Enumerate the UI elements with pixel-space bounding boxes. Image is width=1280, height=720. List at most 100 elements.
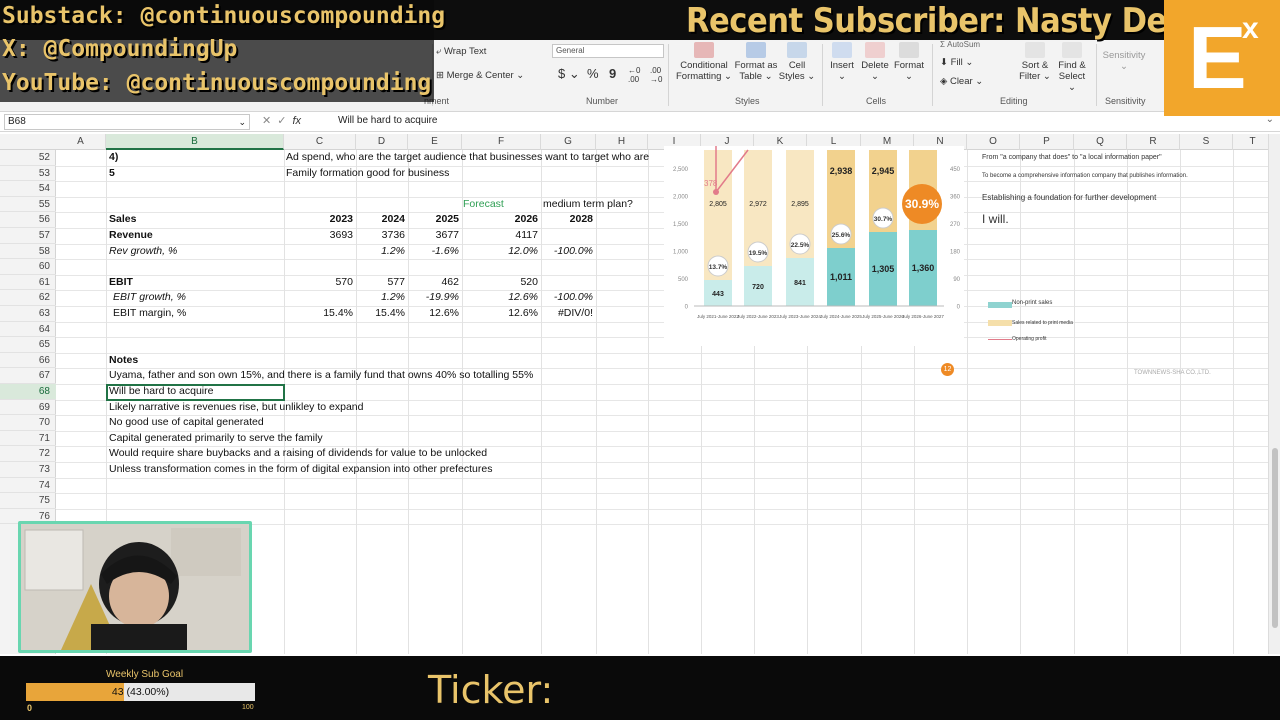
row-header-62[interactable]: 62 bbox=[0, 290, 56, 306]
row-header-53[interactable]: 53 bbox=[0, 166, 56, 182]
sensitivity-button[interactable]: Sensitivity ⌄ bbox=[1100, 50, 1148, 72]
row-header-55[interactable]: 55 bbox=[0, 197, 56, 213]
row-header-69[interactable]: 69 bbox=[0, 400, 56, 416]
delete-button[interactable]: Delete ⌄ bbox=[860, 42, 890, 82]
column-header-r[interactable]: R bbox=[1127, 134, 1180, 150]
scrollbar-thumb[interactable] bbox=[1272, 448, 1278, 628]
clear-button[interactable]: ◈ Clear ⌄ bbox=[940, 76, 983, 87]
cell-f52[interactable]: Ad spend, who are the target audience th… bbox=[286, 150, 649, 166]
cell-f58[interactable]: 12.0% bbox=[465, 244, 538, 260]
cell-f63[interactable]: 12.6% bbox=[465, 306, 538, 322]
cell-c61[interactable]: 570 bbox=[287, 275, 353, 291]
cell-g63[interactable]: #DIV/0! bbox=[544, 306, 593, 322]
cell-b52[interactable]: 4) bbox=[109, 150, 118, 166]
vertical-scrollbar[interactable] bbox=[1268, 134, 1280, 654]
row-header-71[interactable]: 71 bbox=[0, 431, 56, 447]
row-header-63[interactable]: 63 bbox=[0, 306, 56, 322]
row-header-72[interactable]: 72 bbox=[0, 446, 56, 462]
percent-button[interactable]: % bbox=[587, 66, 599, 81]
column-header-p[interactable]: P bbox=[1020, 134, 1074, 150]
cell-f53[interactable]: Family formation good for business bbox=[286, 166, 449, 182]
cell-e57[interactable]: 3677 bbox=[411, 228, 459, 244]
cell-g55[interactable]: medium term plan? bbox=[543, 197, 633, 213]
cell-b53[interactable]: 5 bbox=[109, 166, 115, 182]
cell-d56[interactable]: 2024 bbox=[359, 212, 405, 228]
cell-g62[interactable]: -100.0% bbox=[544, 290, 593, 306]
cell-c57[interactable]: 3693 bbox=[287, 228, 353, 244]
row-header-64[interactable]: 64 bbox=[0, 322, 56, 338]
cell-b57[interactable]: Revenue bbox=[109, 228, 153, 244]
conditional-formatting-button[interactable]: Conditional Formatting ⌄ bbox=[672, 42, 736, 82]
cell-d61[interactable]: 577 bbox=[359, 275, 405, 291]
row-header-65[interactable]: 65 bbox=[0, 337, 56, 353]
cell-e63[interactable]: 12.6% bbox=[411, 306, 459, 322]
row-header-74[interactable]: 74 bbox=[0, 478, 56, 494]
column-header-q[interactable]: Q bbox=[1074, 134, 1127, 150]
row-header-75[interactable]: 75 bbox=[0, 493, 56, 509]
cell-e58[interactable]: -1.6% bbox=[411, 244, 459, 260]
row-header-68[interactable]: 68 bbox=[0, 384, 56, 400]
number-format-select[interactable]: General bbox=[552, 44, 664, 58]
row-header-57[interactable]: 57 bbox=[0, 228, 56, 244]
row-header-66[interactable]: 66 bbox=[0, 353, 56, 369]
row-header-58[interactable]: 58 bbox=[0, 244, 56, 260]
cell-c56[interactable]: 2023 bbox=[287, 212, 353, 228]
fill-button[interactable]: ⬇ Fill ⌄ bbox=[940, 57, 973, 68]
wrap-text-button[interactable]: ⤶ Wrap Text bbox=[436, 46, 486, 57]
format-as-table-button[interactable]: Format as Table ⌄ bbox=[734, 42, 778, 82]
cell-e61[interactable]: 462 bbox=[411, 275, 459, 291]
cell-b72[interactable]: Would require share buybacks and a raisi… bbox=[109, 446, 487, 462]
row-header-73[interactable]: 73 bbox=[0, 462, 56, 478]
cell-f55[interactable]: Forecast bbox=[463, 197, 504, 213]
cell-b61[interactable]: EBIT bbox=[109, 275, 133, 291]
cell-d58[interactable]: 1.2% bbox=[359, 244, 405, 260]
cell-b67[interactable]: Uyama, father and son own 15%, and there… bbox=[109, 368, 533, 384]
row-header-70[interactable]: 70 bbox=[0, 415, 56, 431]
column-header-e[interactable]: E bbox=[408, 134, 462, 150]
column-header-t[interactable]: T bbox=[1233, 134, 1268, 150]
cell-b71[interactable]: Capital generated primarily to serve the… bbox=[109, 431, 323, 447]
merge-center-button[interactable]: ⊞ Merge & Center ⌄ bbox=[436, 70, 524, 81]
cell-e62[interactable]: -19.9% bbox=[411, 290, 459, 306]
confirm-icon[interactable]: ✓ bbox=[277, 115, 286, 127]
cell-b73[interactable]: Unless transformation comes in the form … bbox=[109, 462, 492, 478]
name-box[interactable]: B68 ⌄ bbox=[4, 114, 250, 130]
cell-b70[interactable]: No good use of capital generated bbox=[109, 415, 264, 431]
column-header-g[interactable]: G bbox=[541, 134, 596, 150]
cancel-icon[interactable]: ✕ bbox=[262, 115, 271, 127]
pasted-chart-image[interactable]: 2,500 2,000 1,500 1,000 500 0 450 360 270 180 90 0… bbox=[664, 146, 964, 346]
row-header-52[interactable]: 52 bbox=[0, 150, 56, 166]
row-header-54[interactable]: 54 bbox=[0, 181, 56, 197]
cell-b63[interactable]: EBIT margin, % bbox=[109, 306, 186, 322]
column-header-d[interactable]: D bbox=[356, 134, 408, 150]
row-header-60[interactable]: 60 bbox=[0, 259, 56, 275]
cell-f61[interactable]: 520 bbox=[465, 275, 538, 291]
cell-d57[interactable]: 3736 bbox=[359, 228, 405, 244]
cell-d62[interactable]: 1.2% bbox=[359, 290, 405, 306]
cell-e56[interactable]: 2025 bbox=[411, 212, 459, 228]
column-header-h[interactable]: H bbox=[596, 134, 648, 150]
sort-filter-button[interactable]: Sort & Filter ⌄ bbox=[1016, 42, 1054, 82]
cell-f57[interactable]: 4117 bbox=[465, 228, 538, 244]
column-header-b[interactable]: B bbox=[106, 134, 284, 150]
row-header-56[interactable]: 56 bbox=[0, 212, 56, 228]
find-select-button[interactable]: Find & Select ⌄ bbox=[1054, 42, 1090, 93]
cell-b62[interactable]: EBIT growth, % bbox=[109, 290, 186, 306]
column-header-a[interactable]: A bbox=[56, 134, 106, 150]
column-header-s[interactable]: S bbox=[1180, 134, 1233, 150]
formula-input[interactable]: Will be hard to acquire bbox=[338, 115, 438, 126]
cell-b58[interactable]: Rev growth, % bbox=[109, 244, 177, 260]
increase-decimal-button[interactable]: ←0.00 bbox=[628, 66, 640, 84]
cell-b69[interactable]: Likely narrative is revenues rise, but u… bbox=[109, 400, 363, 416]
decrease-decimal-button[interactable]: .00 →0 bbox=[650, 66, 662, 84]
currency-button[interactable]: $ ⌄ bbox=[558, 66, 580, 82]
cell-styles-button[interactable]: Cell Styles ⌄ bbox=[778, 42, 816, 82]
selected-cell[interactable] bbox=[106, 384, 285, 401]
insert-button[interactable]: Insert ⌄ bbox=[826, 42, 858, 82]
insert-function-icon[interactable]: fx bbox=[292, 115, 301, 127]
comma-button[interactable]: 9 bbox=[609, 66, 616, 81]
cell-f56[interactable]: 2026 bbox=[465, 212, 538, 228]
cell-f62[interactable]: 12.6% bbox=[465, 290, 538, 306]
column-header-c[interactable]: C bbox=[284, 134, 356, 150]
cell-c63[interactable]: 15.4% bbox=[287, 306, 353, 322]
